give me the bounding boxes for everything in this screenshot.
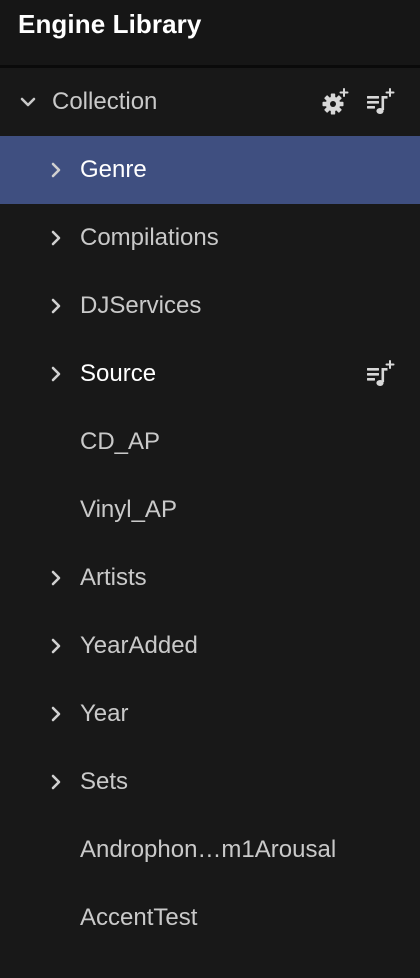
chevron-right-icon[interactable]	[47, 365, 65, 383]
tree-item-accenttest[interactable]: AccentTest	[0, 884, 420, 952]
chevron-right-icon[interactable]	[47, 297, 65, 315]
library-title: Engine Library	[18, 9, 202, 39]
tree-item-label: Genre	[80, 156, 147, 183]
tree-item-label: Source	[80, 360, 157, 387]
chevron-right-icon[interactable]	[47, 161, 65, 179]
tree-item-label: Androphon…m1Arousal	[80, 836, 337, 863]
tree-item-label: AccentTest	[80, 904, 198, 931]
tree-item-year[interactable]: Year	[0, 680, 420, 748]
tree-item-label: Artists	[80, 564, 147, 591]
collection-children: Genre Compilations DJServices Source CD_AP Vi…	[0, 136, 420, 952]
tree-item-genre[interactable]: Genre	[0, 136, 420, 204]
tree-item-collection[interactable]: Collection	[0, 68, 420, 136]
chevron-right-icon[interactable]	[47, 773, 65, 791]
add-playlist-icon[interactable]	[365, 359, 395, 389]
tree-item-yearadded[interactable]: YearAdded	[0, 612, 420, 680]
tree-item-label: DJServices	[80, 292, 202, 319]
tree-item-vinyl-ap[interactable]: Vinyl_AP	[0, 476, 420, 544]
tree-item-compilations[interactable]: Compilations	[0, 204, 420, 272]
tree-item-label: Compilations	[80, 224, 219, 251]
chevron-right-icon[interactable]	[47, 229, 65, 247]
gear-plus-icon[interactable]	[320, 87, 350, 117]
chevron-right-icon[interactable]	[47, 705, 65, 723]
tree-item-cd-ap[interactable]: CD_AP	[0, 408, 420, 476]
tree-item-label: Vinyl_AP	[80, 496, 177, 523]
add-playlist-icon[interactable]	[365, 87, 395, 117]
library-header: Engine Library	[0, 0, 420, 68]
chevron-right-icon[interactable]	[47, 637, 65, 655]
tree-item-artists[interactable]: Artists	[0, 544, 420, 612]
tree-item-label: YearAdded	[80, 632, 198, 659]
tree-item-androphon-m1arousal[interactable]: Androphon…m1Arousal	[0, 816, 420, 884]
tree-item-label: Year	[80, 700, 129, 727]
chevron-down-icon[interactable]	[19, 93, 37, 111]
tree-item-label: CD_AP	[80, 428, 161, 455]
tree-item-label: Sets	[80, 768, 129, 795]
tree-item-djservices[interactable]: DJServices	[0, 272, 420, 340]
tree-item-label: Collection	[52, 88, 158, 115]
tree-item-sets[interactable]: Sets	[0, 748, 420, 816]
tree-item-source[interactable]: Source	[0, 340, 420, 408]
chevron-right-icon[interactable]	[47, 569, 65, 587]
library-panel: Engine Library Collection Genre Compilat…	[0, 0, 420, 978]
